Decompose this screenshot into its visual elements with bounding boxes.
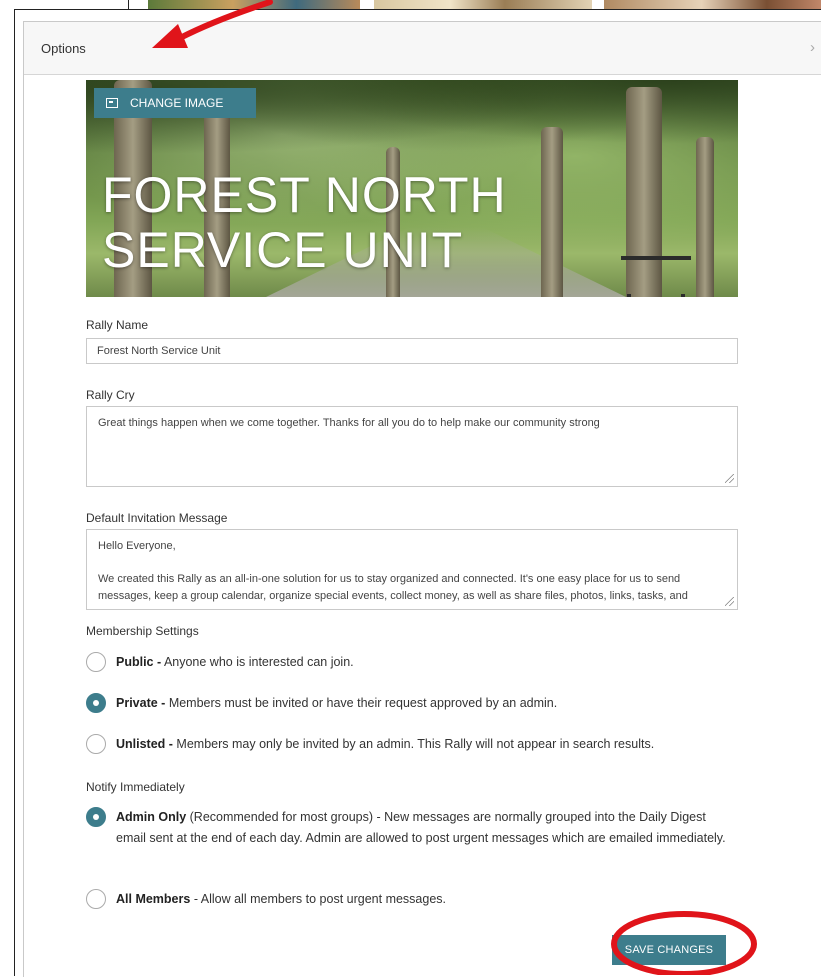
radio-label: Unlisted - Members may only be invited b… bbox=[116, 734, 738, 754]
rally-banner-image: FOREST NORTH SERVICE UNIT CHANGE IMAGE bbox=[86, 80, 738, 297]
option-title: Unlisted - bbox=[116, 737, 173, 751]
options-header[interactable]: Options › bbox=[24, 22, 821, 75]
membership-option-unlisted[interactable]: Unlisted - Members may only be invited b… bbox=[86, 734, 738, 754]
option-description: Members may only be invited by an admin.… bbox=[172, 737, 655, 751]
radio-button[interactable] bbox=[86, 734, 106, 754]
option-description: - Allow all members to post urgent messa… bbox=[190, 892, 447, 906]
rally-name-label: Rally Name bbox=[86, 318, 149, 332]
radio-button[interactable] bbox=[86, 807, 106, 827]
notify-option-admin-only[interactable]: Admin Only (Recommended for most groups)… bbox=[86, 807, 738, 849]
tree-trunk bbox=[541, 127, 563, 297]
radio-button[interactable] bbox=[86, 693, 106, 713]
notify-option-all-members[interactable]: All Members - Allow all members to post … bbox=[86, 889, 738, 909]
panel-title: Options bbox=[41, 41, 86, 56]
membership-option-public[interactable]: Public - Anyone who is interested can jo… bbox=[86, 652, 738, 672]
radio-button[interactable] bbox=[86, 652, 106, 672]
resize-handle-icon[interactable] bbox=[725, 474, 734, 483]
radio-button[interactable] bbox=[86, 889, 106, 909]
invitation-line: Hello Everyone, bbox=[98, 540, 176, 552]
notify-immediately-label: Notify Immediately bbox=[86, 780, 185, 794]
radio-label: All Members - Allow all members to post … bbox=[116, 889, 738, 909]
chevron-right-icon[interactable]: › bbox=[810, 39, 815, 56]
bench-graphic bbox=[621, 256, 691, 297]
banner-title: FOREST NORTH SERVICE UNIT bbox=[102, 167, 507, 278]
option-description: Members must be invited or have their re… bbox=[165, 696, 558, 710]
invitation-label: Default Invitation Message bbox=[86, 511, 228, 525]
rally-name-input[interactable]: Forest North Service Unit bbox=[86, 338, 738, 364]
membership-option-private[interactable]: Private - Members must be invited or hav… bbox=[86, 693, 738, 713]
resize-handle-icon[interactable] bbox=[725, 597, 734, 606]
option-title: Public - bbox=[116, 655, 162, 669]
option-description: (Recommended for most groups) - New mess… bbox=[116, 810, 726, 845]
option-title: Admin Only bbox=[116, 810, 187, 824]
rally-cry-text: Great things happen when we come togethe… bbox=[98, 417, 600, 429]
image-icon bbox=[106, 98, 118, 108]
rally-cry-label: Rally Cry bbox=[86, 388, 135, 402]
rally-cry-textarea[interactable]: Great things happen when we come togethe… bbox=[86, 406, 738, 487]
invitation-textarea[interactable]: Hello Everyone, We created this Rally as… bbox=[86, 529, 738, 610]
radio-label: Private - Members must be invited or hav… bbox=[116, 693, 738, 713]
membership-settings-label: Membership Settings bbox=[86, 624, 199, 638]
change-image-label: CHANGE IMAGE bbox=[130, 96, 224, 110]
change-image-button[interactable]: CHANGE IMAGE bbox=[94, 88, 256, 118]
invitation-line: We created this Rally as an all-in-one s… bbox=[98, 573, 688, 602]
option-title: Private - bbox=[116, 696, 166, 710]
option-title: All Members bbox=[116, 892, 191, 906]
tree-trunk bbox=[696, 137, 714, 297]
radio-label: Admin Only (Recommended for most groups)… bbox=[116, 807, 738, 849]
save-changes-button[interactable]: SAVE CHANGES bbox=[612, 935, 726, 965]
option-description: Anyone who is interested can join. bbox=[161, 655, 354, 669]
radio-label: Public - Anyone who is interested can jo… bbox=[116, 652, 738, 672]
